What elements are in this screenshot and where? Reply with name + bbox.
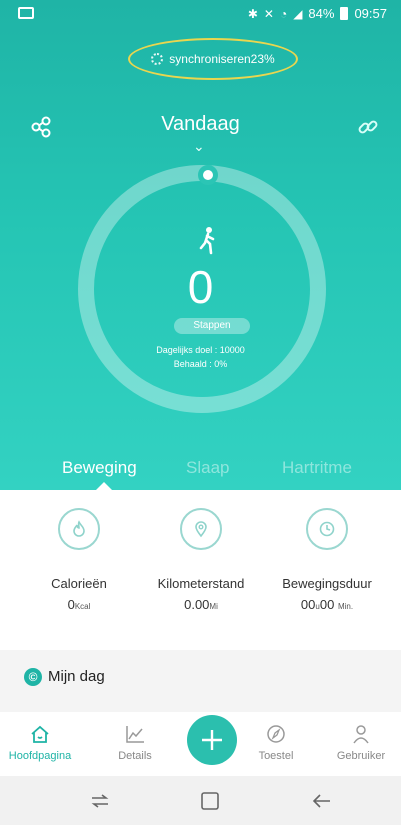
- chevron-down-icon[interactable]: ⌄: [193, 138, 205, 155]
- tab-beweging[interactable]: Beweging: [62, 458, 137, 478]
- mijn-dag-icon: ©: [24, 668, 42, 686]
- plus-icon: [202, 730, 222, 750]
- nav-label: Details: [118, 750, 152, 762]
- battery-percent: 84%: [308, 6, 335, 21]
- stat-label: Kilometerstand: [157, 576, 245, 591]
- mijn-dag-label: Mijn dag: [48, 668, 105, 685]
- bluetooth-icon: ✱: [247, 6, 258, 21]
- nav-toestel[interactable]: Toestel: [236, 722, 316, 762]
- location-pin-icon: [180, 508, 222, 550]
- clock-time: 09:57: [354, 6, 387, 21]
- system-nav-bar: [0, 776, 401, 825]
- page-title[interactable]: Vandaag: [0, 113, 401, 136]
- spinner-icon: [151, 53, 164, 65]
- stat-value: 0.00Mi: [184, 597, 218, 612]
- clock-icon: [306, 508, 348, 550]
- daily-goal: Dagelijks doel : 10000: [156, 345, 245, 355]
- achieved-percent: Behaald : 0%: [173, 359, 228, 369]
- tab-bar: Beweging Slaap Hartritme: [0, 458, 401, 490]
- signal-icon: ◢: [293, 6, 303, 21]
- add-button[interactable]: [187, 715, 237, 765]
- mute-icon: ✕: [263, 6, 274, 21]
- goal-info: Dagelijks doel : 10000 Behaald : 0%: [0, 343, 401, 371]
- steps-count: 0: [187, 261, 214, 313]
- tab-hartritme[interactable]: Hartritme: [282, 458, 352, 478]
- compass-icon: [236, 722, 316, 746]
- chart-icon: [95, 722, 175, 746]
- status-bar: ✱ ✕ ◔ ◢ 84% 09:57: [0, 0, 401, 28]
- walking-icon: [199, 227, 215, 255]
- image-icon: [18, 7, 34, 19]
- stats-panel: Calorieën 0Kcal Kilometerstand 0.00Mi Be…: [0, 490, 401, 650]
- stat-value: 00u00 Min.: [300, 597, 354, 612]
- hero-panel: ✱ ✕ ◔ ◢ 84% 09:57 synchroniseren23% Vand…: [0, 0, 401, 490]
- stat-calories[interactable]: Calorieën 0Kcal: [14, 508, 144, 612]
- nav-details[interactable]: Details: [95, 722, 175, 762]
- back-icon[interactable]: [310, 790, 334, 812]
- recent-apps-icon[interactable]: [88, 790, 112, 812]
- nav-hoofdpagina[interactable]: Hoofdpagina: [0, 722, 80, 762]
- active-tab-indicator: [96, 482, 112, 490]
- status-icons: ✱ ✕ ◔ ◢ 84% 09:57: [248, 6, 387, 21]
- stat-value: 0Kcal: [67, 597, 91, 612]
- stat-duration[interactable]: Bewegingsduur 00u00 Min.: [262, 508, 392, 612]
- link-icon[interactable]: [357, 116, 379, 138]
- stat-label: Calorieën: [51, 576, 107, 591]
- progress-ring-knob: [198, 165, 218, 185]
- nav-gebruiker[interactable]: Gebruiker: [321, 722, 401, 762]
- battery-icon: [340, 7, 349, 20]
- nav-label: Hoofdpagina: [8, 750, 72, 762]
- home-icon: [0, 722, 80, 746]
- flame-icon: [58, 508, 100, 550]
- user-icon: [321, 722, 401, 746]
- mijn-dag-section[interactable]: © Mijn dag: [0, 650, 401, 712]
- sync-status: synchroniseren23%: [128, 38, 298, 80]
- nav-label: Toestel: [258, 750, 294, 762]
- home-button-icon[interactable]: [198, 790, 222, 812]
- wifi-icon: ◔: [279, 6, 288, 21]
- steps-badge: Stappen: [174, 318, 250, 334]
- stat-distance[interactable]: Kilometerstand 0.00Mi: [136, 508, 266, 612]
- tab-slaap[interactable]: Slaap: [186, 458, 229, 478]
- sync-label: synchroniseren23%: [169, 52, 275, 66]
- nav-label: Gebruiker: [336, 750, 386, 762]
- stat-label: Bewegingsduur: [282, 576, 372, 591]
